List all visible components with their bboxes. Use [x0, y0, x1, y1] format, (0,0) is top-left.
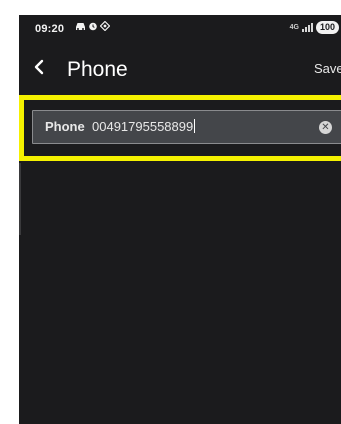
chevron-left-icon: [34, 59, 44, 75]
phone-field-label: Phone: [45, 119, 85, 134]
text-caret: [194, 119, 196, 133]
network-type-label: 4G: [289, 24, 299, 31]
save-button[interactable]: Save: [314, 61, 341, 76]
battery-badge: 100: [315, 21, 339, 34]
back-button[interactable]: [33, 57, 53, 83]
signal-icon: [301, 23, 313, 32]
status-time: 09:20: [35, 23, 65, 35]
header-bar: Phone Save: [19, 51, 341, 91]
phone-number-text: 00491795558899: [92, 119, 194, 134]
phone-input-value[interactable]: 00491795558899: [92, 119, 196, 134]
clear-icon[interactable]: ✕: [319, 121, 332, 134]
status-notification-icons: [75, 20, 111, 34]
car-icon: [75, 21, 86, 34]
page-title: Phone: [67, 58, 128, 81]
alarm-icon: [88, 21, 98, 34]
location-icon: [99, 20, 111, 34]
scroll-indicator: [19, 163, 21, 235]
app-screen: 09:20 4G 100 Phone Save Phone 0049179555…: [19, 15, 341, 424]
status-right-group: 4G 100: [290, 21, 339, 34]
phone-field[interactable]: Phone 00491795558899 ✕: [32, 110, 341, 144]
status-bar: 09:20 4G 100: [19, 15, 341, 45]
